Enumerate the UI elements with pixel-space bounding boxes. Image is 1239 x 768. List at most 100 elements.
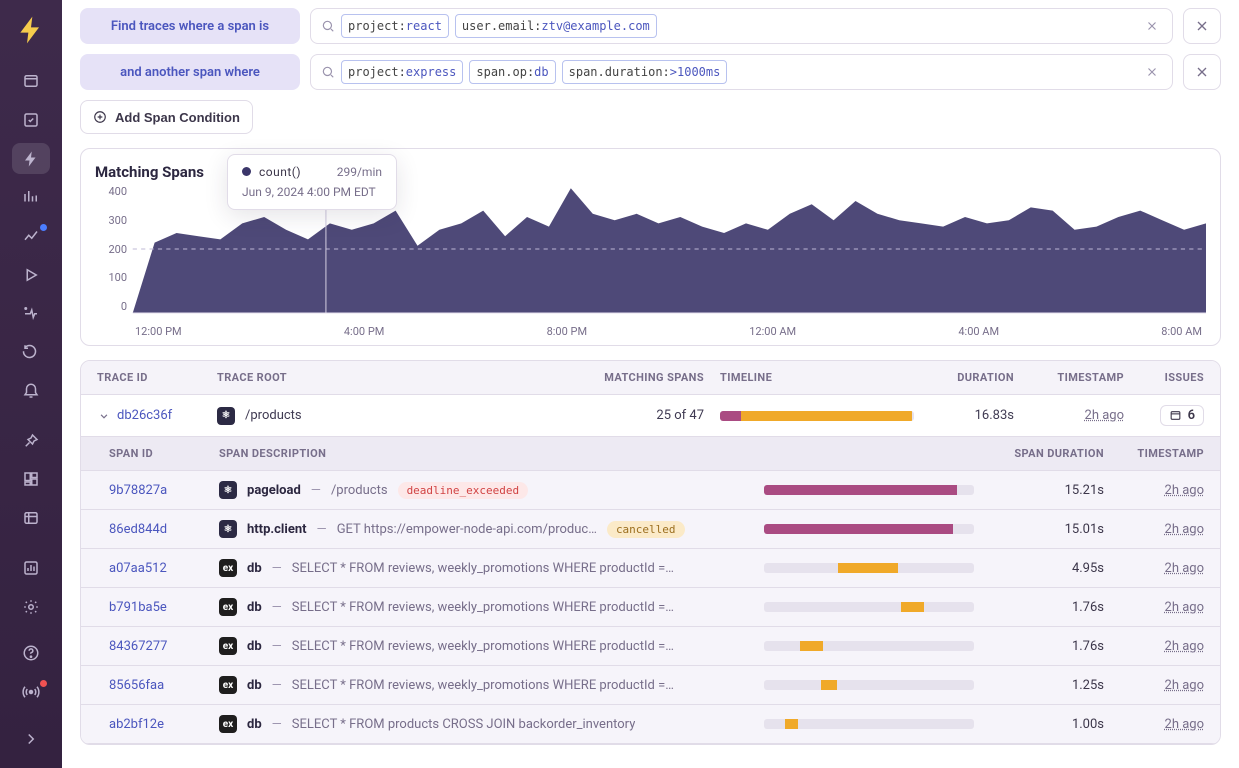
tooltip-value: 299/min xyxy=(337,165,382,179)
span-timestamp: 2h ago xyxy=(1165,717,1204,732)
remove-condition-2[interactable] xyxy=(1183,54,1221,90)
logo-icon xyxy=(15,14,47,46)
condition-label-2: and another span where xyxy=(80,54,300,90)
span-desc: exdb—SELECT * FROM reviews, weekly_promo… xyxy=(219,559,764,577)
th-issues: ISSUES xyxy=(1124,371,1204,384)
status-badge: deadline_exceeded xyxy=(398,482,529,499)
project-icon-express: ex xyxy=(219,676,237,694)
spans-subtable: SPAN ID SPAN DESCRIPTION SPAN DURATION T… xyxy=(81,437,1220,744)
add-span-condition-label: Add Span Condition xyxy=(115,110,240,125)
span-row[interactable]: b791ba5eexdb—SELECT * FROM reviews, week… xyxy=(81,588,1220,627)
trace-row[interactable]: db26c36f ⚛ /products 25 of 47 16.83s 2h … xyxy=(81,395,1220,437)
remove-condition-1[interactable] xyxy=(1183,8,1221,44)
nav-discover[interactable] xyxy=(12,503,50,534)
x-axis-labels: 12:00 PM4:00 PM8:00 PM12:00 AM4:00 AM8:0… xyxy=(131,325,1206,338)
sidebar-collapse[interactable] xyxy=(12,723,50,754)
span-desc: exdb—SELECT * FROM reviews, weekly_promo… xyxy=(219,598,764,616)
chart-tooltip: count() 299/min Jun 9, 2024 4:00 PM EDT xyxy=(227,154,397,210)
issues-pill[interactable]: 6 xyxy=(1160,405,1204,426)
trace-timeline-bar xyxy=(720,411,914,421)
main-content: Find traces where a span is project:reac… xyxy=(62,0,1239,768)
span-row[interactable]: 9b78827a⚛pageload—/products deadline_exc… xyxy=(81,471,1220,510)
nav-broadcast[interactable] xyxy=(12,677,50,708)
span-desc: exdb—SELECT * FROM products CROSS JOIN b… xyxy=(219,715,764,733)
nav-releases[interactable] xyxy=(12,298,50,329)
span-row[interactable]: 84367277exdb—SELECT * FROM reviews, week… xyxy=(81,627,1220,666)
filter-token[interactable]: project:express xyxy=(341,60,463,84)
nav-activity[interactable] xyxy=(12,337,50,368)
nav-pin[interactable] xyxy=(12,425,50,456)
trace-id-cell[interactable]: db26c36f xyxy=(97,408,217,423)
span-timeline-bar xyxy=(764,719,974,729)
trace-root-cell: ⚛ /products xyxy=(217,407,574,425)
th-duration: DURATION xyxy=(914,371,1014,384)
add-span-condition-button[interactable]: Add Span Condition xyxy=(80,100,253,134)
nav-settings[interactable] xyxy=(12,591,50,622)
issues-count: 6 xyxy=(1188,408,1195,423)
th-span-ts: TIMESTAMP xyxy=(1104,447,1204,460)
span-timeline-bar xyxy=(764,641,974,651)
span-id-link[interactable]: 84367277 xyxy=(109,639,219,654)
condition-row-2: and another span where project:expresssp… xyxy=(80,54,1221,90)
span-timestamp: 2h ago xyxy=(1165,600,1204,615)
nav-stats[interactable] xyxy=(12,553,50,584)
span-timestamp: 2h ago xyxy=(1165,639,1204,654)
trace-duration: 16.83s xyxy=(914,408,1014,423)
span-row[interactable]: 85656faaexdb—SELECT * FROM reviews, week… xyxy=(81,666,1220,705)
trace-timestamp: 2h ago xyxy=(1085,408,1124,423)
condition-label-1: Find traces where a span is xyxy=(80,8,300,44)
span-timeline-bar xyxy=(764,485,974,495)
span-row[interactable]: ab2bf12eexdb—SELECT * FROM products CROS… xyxy=(81,705,1220,744)
project-icon-react: ⚛ xyxy=(219,481,237,499)
span-desc: exdb—SELECT * FROM reviews, weekly_promo… xyxy=(219,637,764,655)
filter-token[interactable]: user.email:ztv@example.com xyxy=(455,14,657,38)
span-id-link[interactable]: b791ba5e xyxy=(109,600,219,615)
span-id-link[interactable]: 9b78827a xyxy=(109,483,219,498)
span-duration: 1.25s xyxy=(974,678,1104,693)
condition-row-1: Find traces where a span is project:reac… xyxy=(80,8,1221,44)
span-timestamp: 2h ago xyxy=(1165,561,1204,576)
span-timestamp: 2h ago xyxy=(1165,678,1204,693)
project-icon-express: ex xyxy=(219,637,237,655)
status-badge: cancelled xyxy=(607,521,685,538)
project-icon-express: ex xyxy=(219,715,237,733)
project-icon-express: ex xyxy=(219,559,237,577)
traces-table-header: TRACE ID TRACE ROOT MATCHING SPANS TIMEL… xyxy=(81,361,1220,395)
span-duration: 15.21s xyxy=(974,483,1104,498)
span-duration: 15.01s xyxy=(974,522,1104,537)
search-input-1[interactable]: project:reactuser.email:ztv@example.com xyxy=(310,8,1173,44)
th-trace-root: TRACE ROOT xyxy=(217,371,574,384)
th-timeline: TIMELINE xyxy=(704,371,914,384)
trace-id-link[interactable]: db26c36f xyxy=(117,408,172,423)
filter-token[interactable]: project:react xyxy=(341,14,449,38)
filter-token[interactable]: span.op:db xyxy=(469,60,555,84)
project-icon-express: ex xyxy=(219,598,237,616)
tooltip-metric: count() xyxy=(259,165,301,179)
nav-issues[interactable] xyxy=(12,105,50,136)
span-row[interactable]: a07aa512exdb—SELECT * FROM reviews, week… xyxy=(81,549,1220,588)
span-timeline-bar xyxy=(764,680,974,690)
nav-traces[interactable] xyxy=(12,143,50,174)
clear-icon[interactable] xyxy=(1142,62,1162,82)
clear-icon[interactable] xyxy=(1142,16,1162,36)
span-id-link[interactable]: a07aa512 xyxy=(109,561,219,576)
filter-token[interactable]: span.duration:>1000ms xyxy=(562,60,728,84)
nav-replays[interactable] xyxy=(12,259,50,290)
th-span-id: SPAN ID xyxy=(109,447,219,460)
search-icon xyxy=(321,19,335,33)
span-id-link[interactable]: 85656faa xyxy=(109,678,219,693)
span-desc: exdb—SELECT * FROM reviews, weekly_promo… xyxy=(219,676,764,694)
span-id-link[interactable]: 86ed844d xyxy=(109,522,219,537)
span-row[interactable]: 86ed844d⚛http.client—GET https://empower… xyxy=(81,510,1220,549)
th-trace-id: TRACE ID xyxy=(97,371,217,384)
trace-root-path: /products xyxy=(245,408,302,423)
nav-help[interactable] xyxy=(12,638,50,669)
nav-projects[interactable] xyxy=(12,66,50,97)
nav-crons[interactable] xyxy=(12,375,50,406)
nav-dashboards[interactable] xyxy=(12,464,50,495)
nav-performance[interactable] xyxy=(12,221,50,252)
span-id-link[interactable]: ab2bf12e xyxy=(109,717,219,732)
nav-profiling[interactable] xyxy=(12,182,50,213)
search-input-2[interactable]: project:expressspan.op:db span.duration:>… xyxy=(310,54,1173,90)
span-desc: ⚛http.client—GET https://empower-node-ap… xyxy=(219,520,764,538)
